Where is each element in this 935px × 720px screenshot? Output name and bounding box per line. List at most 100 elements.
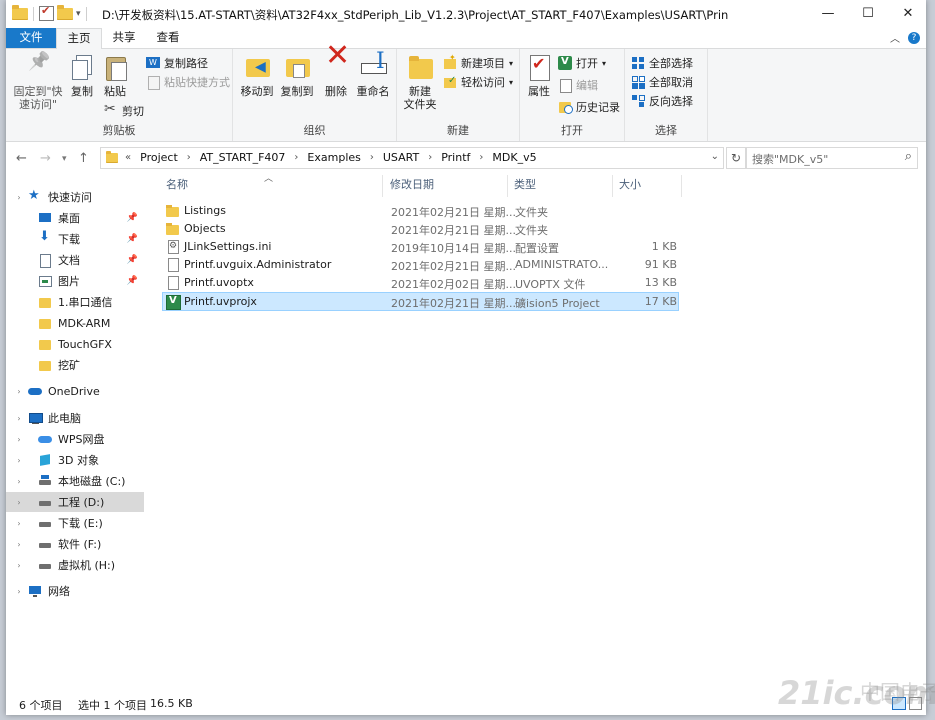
nav-folder-mdk-arm[interactable]: MDK-ARM — [6, 313, 144, 333]
chevron-right-icon[interactable]: › — [14, 387, 24, 396]
tab-home[interactable]: 主页 — [56, 28, 102, 50]
breadcrumb-item[interactable]: USART — [383, 151, 419, 164]
refresh-button[interactable]: ↻ — [726, 147, 746, 169]
nav-quick-access[interactable]: › 快速访问 — [6, 187, 144, 207]
file-row-uvoptx[interactable]: Printf.uvoptx 2021年02月02日 星期... UVOPTX 文… — [163, 274, 678, 292]
nav-onedrive[interactable]: › OneDrive — [6, 381, 144, 401]
tab-view[interactable]: 查看 — [148, 28, 188, 48]
up-arrow-icon[interactable]: ↑ — [78, 151, 89, 166]
easy-access-button[interactable]: 轻松访问 ▾ — [443, 74, 513, 90]
chevron-right-icon[interactable]: › — [14, 456, 24, 465]
copy-path-button[interactable]: 复制路径 — [146, 55, 208, 71]
nav-downloads[interactable]: 下载 📌 — [6, 229, 144, 249]
recent-locations-chevron-icon[interactable]: ▾ — [62, 154, 67, 164]
tab-share[interactable]: 共享 — [104, 28, 144, 48]
nav-desktop[interactable]: 桌面 📌 — [6, 208, 144, 228]
column-header-date[interactable]: 修改日期 — [383, 175, 508, 197]
file-row-objects[interactable]: Objects 2021年02月21日 星期... 文件夹 — [163, 220, 678, 238]
chevron-right-icon[interactable]: › — [14, 498, 24, 507]
nav-label: MDK-ARM — [58, 316, 111, 330]
copy-button[interactable]: 复制 — [66, 53, 98, 98]
nav-pictures[interactable]: 图片 📌 — [6, 271, 144, 291]
chevron-right-icon[interactable]: › — [14, 519, 24, 528]
history-button[interactable]: 历史记录 — [558, 99, 620, 115]
file-row-listings[interactable]: Listings 2021年02月21日 星期... 文件夹 — [163, 202, 678, 220]
open-button[interactable]: 打开 ▾ — [558, 55, 606, 71]
chevron-right-icon[interactable]: › — [14, 477, 24, 486]
customize-toolbar-arrow-icon[interactable]: ▾ — [76, 9, 81, 19]
address-bar[interactable]: « Project › AT_START_F407 › Examples › U… — [100, 147, 724, 169]
nav-documents[interactable]: 文档 📌 — [6, 250, 144, 270]
breadcrumb-separator-icon[interactable]: › — [428, 152, 432, 163]
rename-button[interactable]: 重命名 — [353, 53, 393, 98]
nav-drive-f[interactable]: › 软件 (F:) — [6, 534, 144, 554]
breadcrumb-separator-icon[interactable]: › — [370, 152, 374, 163]
paste-button[interactable]: 粘贴 — [98, 53, 132, 98]
chevron-up-icon[interactable]: ︿ — [890, 30, 900, 45]
breadcrumb-item[interactable]: Examples — [307, 151, 360, 164]
file-row-jlinksettings[interactable]: JLinkSettings.ini 2019年10月14日 星期... 配置设置… — [163, 238, 678, 256]
close-button[interactable]: ✕ — [888, 0, 926, 28]
chevron-down-icon[interactable]: ⌄ — [711, 151, 719, 162]
column-header-name[interactable]: 名称 ︿ — [156, 174, 383, 197]
chevron-right-icon[interactable]: › — [14, 414, 24, 423]
new-item-button[interactable]: 新建项目 ▾ — [443, 53, 513, 71]
select-all-button[interactable]: 全部选择 — [631, 55, 693, 71]
chevron-right-icon[interactable]: › — [14, 587, 24, 596]
select-none-button[interactable]: 全部取消 — [631, 74, 693, 90]
nav-drive-h[interactable]: › 虚拟机 (H:) — [6, 555, 144, 575]
chevron-right-icon[interactable]: › — [14, 435, 24, 444]
file-row-uvguix[interactable]: Printf.uvguix.Administrator 2021年02月21日 … — [163, 256, 678, 274]
nav-folder-mining[interactable]: 挖矿 — [6, 355, 144, 375]
nav-drive-e[interactable]: › 下载 (E:) — [6, 513, 144, 533]
paste-shortcut-button[interactable]: 粘贴快捷方式 — [146, 74, 230, 90]
column-header-size[interactable]: 大小 — [613, 175, 682, 197]
nav-folder-touchgfx[interactable]: TouchGFX — [6, 334, 144, 354]
delete-button[interactable]: 删除 — [321, 49, 351, 98]
nav-wps-drive[interactable]: › WPS网盘 — [6, 429, 144, 449]
breadcrumb-item[interactable]: Project — [140, 151, 178, 164]
chevron-right-icon[interactable]: › — [14, 540, 24, 549]
pin-icon[interactable]: 📌 — [127, 276, 138, 286]
nav-network[interactable]: › 网络 — [6, 581, 144, 601]
nav-drive-d[interactable]: › 工程 (D:) — [6, 492, 144, 512]
cut-button[interactable]: 剪切 — [104, 101, 144, 119]
tab-file[interactable]: 文件 — [6, 28, 56, 48]
edit-button[interactable]: 编辑 — [558, 77, 598, 93]
new-folder-icon[interactable] — [57, 4, 73, 20]
pin-icon[interactable]: 📌 — [127, 234, 138, 244]
minimize-button[interactable]: — — [808, 0, 848, 28]
copy-to-button[interactable]: 复制到 — [277, 53, 317, 98]
file-row-uvprojx[interactable]: Printf.uvprojx 2021年02月21日 星期... 礦ision5… — [162, 292, 679, 311]
new-folder-button[interactable]: 新建 文件夹 — [401, 53, 439, 111]
search-input[interactable]: 搜索"MDK_v5" ⌕ — [746, 147, 918, 169]
breadcrumb-item[interactable]: AT_START_F407 — [200, 151, 286, 164]
vertical-scrollbar[interactable] — [920, 175, 926, 690]
file-size: 91 KB — [644, 258, 677, 271]
breadcrumb-separator-icon[interactable]: › — [187, 152, 191, 163]
move-to-button[interactable]: 移动到 — [237, 53, 277, 98]
forward-arrow-icon[interactable]: → — [40, 151, 51, 166]
properties-icon[interactable] — [39, 4, 54, 21]
breadcrumb-separator-icon[interactable]: › — [294, 152, 298, 163]
breadcrumb-overflow-icon[interactable]: « — [125, 152, 131, 163]
nav-folder-serial[interactable]: 1.串口通信 — [6, 292, 144, 312]
pin-icon[interactable]: 📌 — [127, 255, 138, 265]
column-header-type[interactable]: 类型 — [508, 175, 613, 197]
chevron-right-icon[interactable]: › — [14, 561, 24, 570]
invert-selection-button[interactable]: 反向选择 — [631, 93, 693, 109]
properties-button[interactable]: 属性 — [524, 53, 554, 98]
breadcrumb-item[interactable]: MDK_v5 — [492, 151, 536, 164]
breadcrumb-item[interactable]: Printf — [441, 151, 470, 164]
nav-3d-objects[interactable]: › 3D 对象 — [6, 450, 144, 470]
pin-quick-access-button[interactable]: 固定到"快 速访问" — [10, 53, 66, 111]
help-icon[interactable]: ? — [908, 32, 920, 44]
pin-icon[interactable]: 📌 — [127, 213, 138, 223]
nav-this-pc[interactable]: › 此电脑 — [6, 408, 144, 428]
back-arrow-icon[interactable]: ← — [16, 151, 27, 166]
computer-icon — [28, 411, 43, 425]
maximize-button[interactable]: ☐ — [848, 0, 888, 28]
breadcrumb-separator-icon[interactable]: › — [479, 152, 483, 163]
chevron-right-icon[interactable]: › — [14, 193, 24, 202]
nav-drive-c[interactable]: › 本地磁盘 (C:) — [6, 471, 144, 491]
